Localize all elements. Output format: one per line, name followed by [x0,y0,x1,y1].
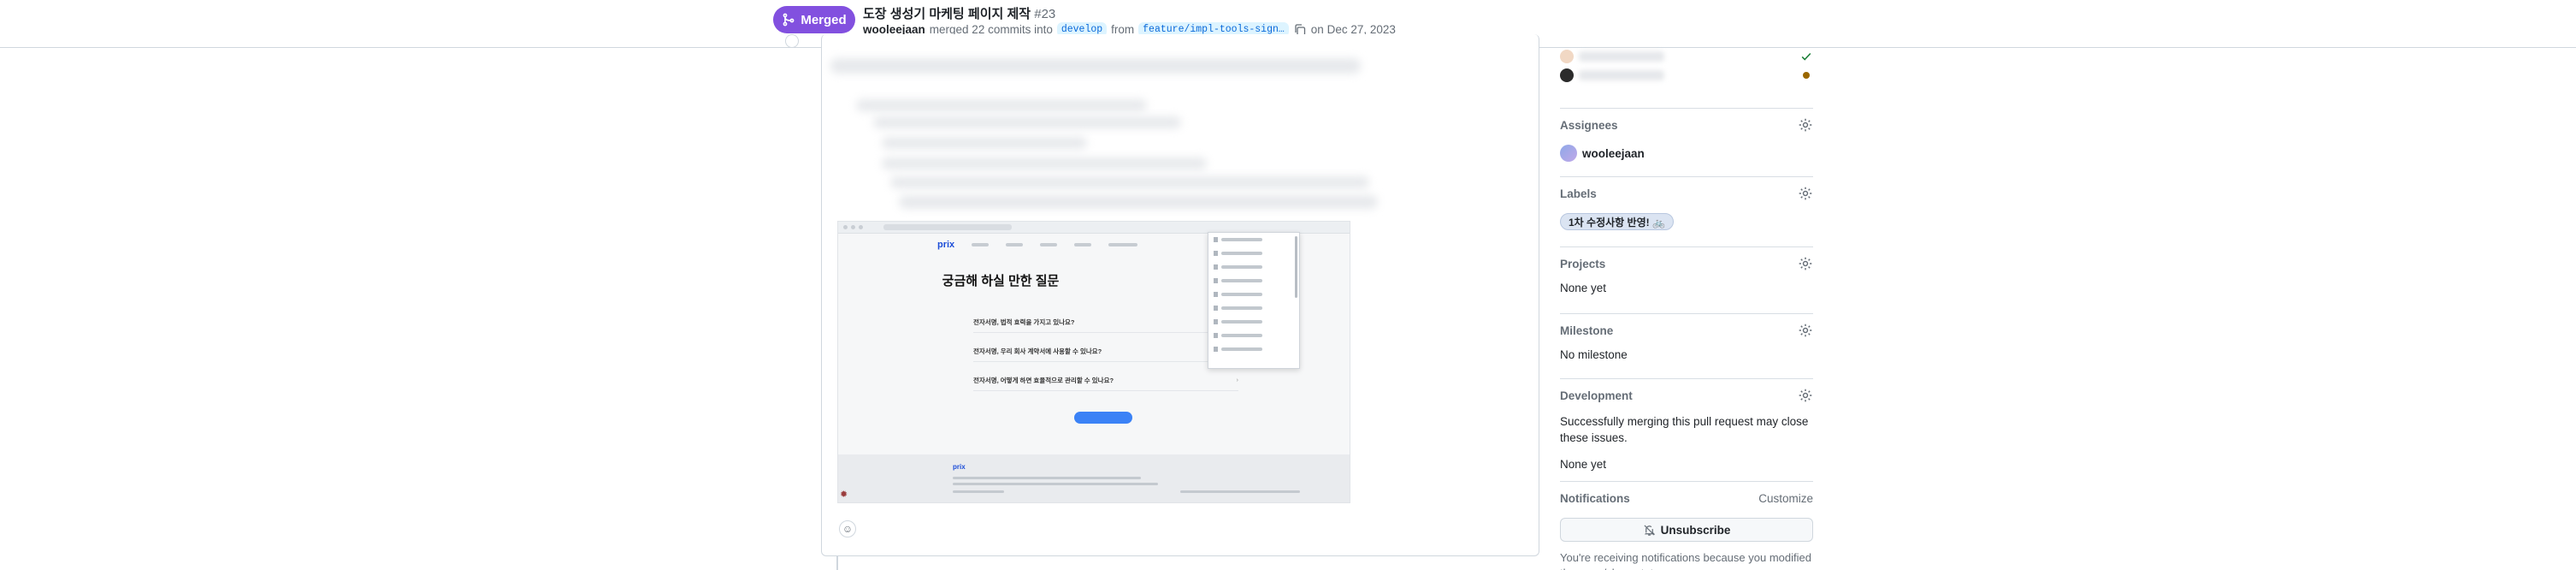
projects-heading: Projects [1560,258,1606,270]
milestone-value: No milestone [1560,348,1628,361]
reviewer-row [1560,48,1813,65]
faq-question-text: 전자서명, 우리 회사 계약서에 사용할 수 있나요? [973,347,1102,355]
comment-body: prix 궁금해 하실 만한 질문 전자서명, 법적 효력을 가지고 있나요?›… [821,34,1539,556]
development-description: Successfully merging this pull request m… [1560,415,1809,444]
labels-section: Labels 1차 수정사항 반영! 🚲 [1560,176,1813,246]
pending-dot-icon [1799,68,1813,82]
notification-reason: You're receiving notifications because y… [1560,551,1811,570]
bell-slash-icon [1644,524,1655,536]
faq-question: 전자서명, 법적 효력을 가지고 있나요?› [973,318,1238,333]
blurred-text-line [856,99,1147,111]
unsubscribe-label: Unsubscribe [1660,523,1731,537]
projects-section: Projects None yet [1560,246,1813,313]
faq-question-text: 전자서명, 법적 효력을 가지고 있나요? [973,318,1075,326]
faq-question: 전자서명, 우리 회사 계약서에 사용할 수 있나요?› [973,347,1238,362]
check-icon [1799,50,1813,63]
assignees-heading: Assignees [1560,119,1618,132]
avatar[interactable] [1560,68,1574,82]
blurred-reviewer-name [1579,51,1664,62]
gear-icon[interactable] [1798,323,1813,338]
milestone-heading: Milestone [1560,324,1614,337]
gear-icon[interactable] [1798,117,1813,133]
labels-heading: Labels [1560,187,1597,200]
development-value: None yet [1560,458,1607,471]
development-heading: Development [1560,389,1633,402]
blurred-text-line [830,58,1361,74]
assignee-name: wooleejaan [1582,146,1645,160]
blurred-text-line [899,195,1378,209]
projects-value: None yet [1560,282,1607,294]
gear-icon[interactable] [1798,186,1813,201]
site-footer: prix [838,454,1350,502]
embedded-screenshot[interactable]: prix 궁금해 하실 만한 질문 전자서명, 법적 효력을 가지고 있나요?›… [837,221,1350,503]
git-merge-icon [783,13,795,27]
assignees-section: Assignees wooleejaan [1560,108,1813,176]
assignee[interactable]: wooleejaan [1560,145,1645,162]
blurred-text-line [873,116,1181,128]
reviewer-row [1560,67,1813,84]
footer-logo: prix [953,463,966,471]
unsubscribe-button[interactable]: Unsubscribe [1560,518,1813,542]
bug-icon: ✹ [840,490,848,500]
merged-state-badge: Merged [773,6,855,33]
faq-heading: 궁금해 하실 만한 질문 [942,274,1060,288]
blurred-text-line [882,137,1087,149]
gear-icon[interactable] [1798,388,1813,403]
milestone-section: Milestone No milestone [1560,313,1813,378]
pr-title-text: 도장 생성기 마케팅 페이지 제작 [863,7,1031,21]
file-dropdown [1208,232,1300,369]
pr-number: #23 [1034,7,1056,21]
notifications-heading: Notifications [1560,492,1630,505]
notifications-section: Notifications Customize Unsubscribe You'… [1560,481,1813,570]
faq-question-text: 전자서명, 어떻게 하면 효율적으로 관리할 수 있나요? [973,377,1114,384]
gear-icon[interactable] [1798,256,1813,271]
blurred-text-line [890,176,1369,188]
cta-pill [1074,412,1132,424]
customize-link[interactable]: Customize [1758,492,1813,505]
pr-title[interactable]: 도장 생성기 마케팅 페이지 제작 #23 [863,4,1055,22]
label-chip[interactable]: 1차 수정사항 반영! 🚲 [1560,213,1674,230]
site-logo: prix [937,240,955,250]
add-reaction-button[interactable]: ☺ [839,520,856,537]
avatar[interactable] [1560,50,1574,63]
avatar [1560,145,1577,162]
merged-state-label: Merged [801,12,847,27]
timeline-avatar-placeholder [785,34,799,48]
faq-question: 전자서명, 어떻게 하면 효율적으로 관리할 수 있나요? › [973,376,1238,391]
development-section: Development Successfully merging this pu… [1560,378,1813,481]
blurred-reviewer-name [1579,70,1664,80]
blurred-text-line [882,157,1207,169]
